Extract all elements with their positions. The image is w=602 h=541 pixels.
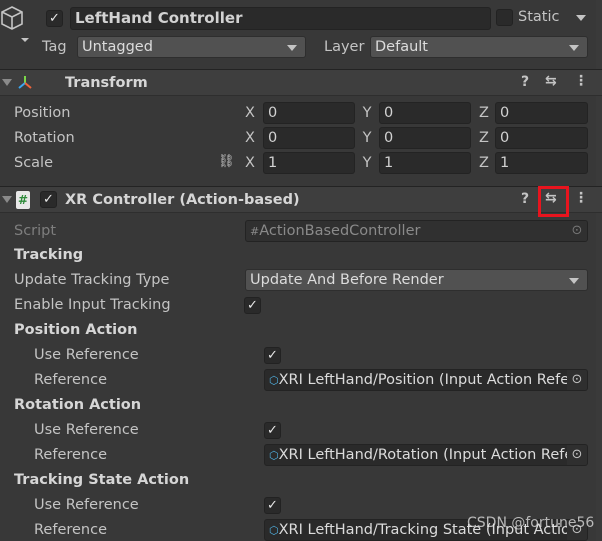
- script-field: #ActionBasedController ⊙: [245, 220, 588, 242]
- tag-value: Untagged: [82, 39, 153, 55]
- scale-label: Scale: [14, 155, 54, 171]
- object-picker-icon[interactable]: ⊙: [567, 370, 587, 390]
- gameobject-icon[interactable]: [0, 4, 30, 42]
- transform-icon: [18, 76, 32, 89]
- component-enabled-checkbox[interactable]: ✓: [40, 191, 57, 208]
- static-dropdown-arrow[interactable]: [576, 15, 586, 21]
- position-x-field[interactable]: 0: [263, 102, 355, 124]
- presets-icon[interactable]: ⇆: [545, 73, 557, 89]
- layer-value: Default: [375, 39, 428, 55]
- more-options-icon[interactable]: ⋮: [574, 190, 588, 206]
- rotation-y-field[interactable]: 0: [379, 127, 471, 149]
- reference-value: XRI LeftHand/Position (Input Action Refe…: [278, 372, 588, 388]
- x-axis-label[interactable]: X: [244, 102, 256, 124]
- transform-header[interactable]: Transform ? ⇆ ⋮: [0, 69, 602, 96]
- reference-label: Reference: [34, 447, 108, 463]
- tracking-heading: Tracking: [14, 247, 84, 263]
- xr-controller-header[interactable]: # ✓ XR Controller (Action-based) ? ⇆ ⋮: [0, 186, 602, 217]
- y-axis-label[interactable]: Y: [361, 102, 373, 124]
- z-axis-label[interactable]: Z: [478, 152, 490, 174]
- transform-title: Transform: [65, 75, 148, 91]
- use-reference-checkbox[interactable]: ✓: [264, 347, 281, 364]
- update-tracking-dropdown[interactable]: Update And Before Render: [245, 269, 588, 291]
- position-z-field[interactable]: 0: [495, 102, 588, 124]
- chevron-down-icon: [569, 278, 579, 284]
- script-icon: #: [16, 191, 30, 209]
- tag-dropdown[interactable]: Untagged: [77, 36, 306, 58]
- scale-z-field[interactable]: 1: [495, 152, 588, 174]
- xr-controller-title: XR Controller (Action-based): [65, 192, 300, 208]
- position-y-field[interactable]: 0: [379, 102, 471, 124]
- rotation-label: Rotation: [14, 130, 75, 146]
- foldout-icon[interactable]: [2, 196, 12, 203]
- active-checkbox[interactable]: ✓: [46, 10, 63, 27]
- y-axis-label[interactable]: Y: [361, 127, 373, 149]
- reference-label: Reference: [34, 522, 108, 538]
- name-field[interactable]: LeftHand Controller: [70, 7, 491, 30]
- use-reference-label: Use Reference: [34, 497, 139, 513]
- script-value: ActionBasedController: [259, 223, 421, 239]
- scale-x-field[interactable]: 1: [263, 152, 355, 174]
- update-tracking-label: Update Tracking Type: [14, 272, 170, 288]
- input-action-icon: ⬡: [269, 374, 279, 387]
- z-axis-label[interactable]: Z: [478, 127, 490, 149]
- tag-label: Tag: [42, 39, 67, 55]
- static-label: Static: [518, 9, 560, 25]
- object-picker-icon: ⊙: [567, 221, 587, 241]
- link-off-icon[interactable]: ⛓: [218, 154, 235, 169]
- help-icon[interactable]: ?: [521, 191, 529, 207]
- rotation-x-field[interactable]: 0: [263, 127, 355, 149]
- z-axis-label[interactable]: Z: [478, 102, 490, 124]
- rotation-z-field[interactable]: 0: [495, 127, 588, 149]
- position-action-heading: Position Action: [14, 322, 138, 338]
- chevron-down-icon: [287, 45, 297, 51]
- layer-label: Layer: [324, 39, 365, 55]
- scale-y-field[interactable]: 1: [379, 152, 471, 174]
- position-label: Position: [14, 105, 71, 121]
- rotation-action-heading: Rotation Action: [14, 397, 142, 413]
- input-action-icon: ⬡: [269, 524, 279, 537]
- y-axis-label[interactable]: Y: [361, 152, 373, 174]
- more-options-icon[interactable]: ⋮: [574, 73, 588, 89]
- reference-value: XRI LeftHand/Rotation (Input Action Refe…: [278, 447, 588, 463]
- script-file-icon: #: [250, 225, 260, 238]
- update-tracking-value: Update And Before Render: [250, 272, 444, 288]
- help-icon[interactable]: ?: [521, 74, 529, 90]
- chevron-down-icon: [569, 45, 579, 51]
- tracking-state-action-heading: Tracking State Action: [14, 472, 190, 488]
- reference-field[interactable]: ⬡XRI LeftHand/Position (Input Action Ref…: [264, 369, 588, 391]
- use-reference-label: Use Reference: [34, 422, 139, 438]
- use-reference-label: Use Reference: [34, 347, 139, 363]
- reference-field[interactable]: ⬡XRI LeftHand/Rotation (Input Action Ref…: [264, 444, 588, 466]
- script-label: Script: [14, 223, 57, 239]
- object-picker-icon[interactable]: ⊙: [567, 445, 587, 465]
- x-axis-label[interactable]: X: [244, 127, 256, 149]
- presets-icon[interactable]: ⇆: [545, 190, 557, 206]
- watermark: CSDN @fortune56: [467, 515, 595, 531]
- layer-dropdown[interactable]: Default: [370, 36, 588, 58]
- enable-input-checkbox[interactable]: ✓: [244, 297, 261, 314]
- enable-input-label: Enable Input Tracking: [14, 297, 171, 313]
- x-axis-label[interactable]: X: [244, 152, 256, 174]
- use-reference-checkbox[interactable]: ✓: [264, 422, 281, 439]
- static-checkbox[interactable]: [496, 9, 513, 26]
- use-reference-checkbox[interactable]: ✓: [264, 497, 281, 514]
- reference-label: Reference: [34, 372, 108, 388]
- input-action-icon: ⬡: [269, 449, 279, 462]
- foldout-icon[interactable]: [2, 79, 12, 86]
